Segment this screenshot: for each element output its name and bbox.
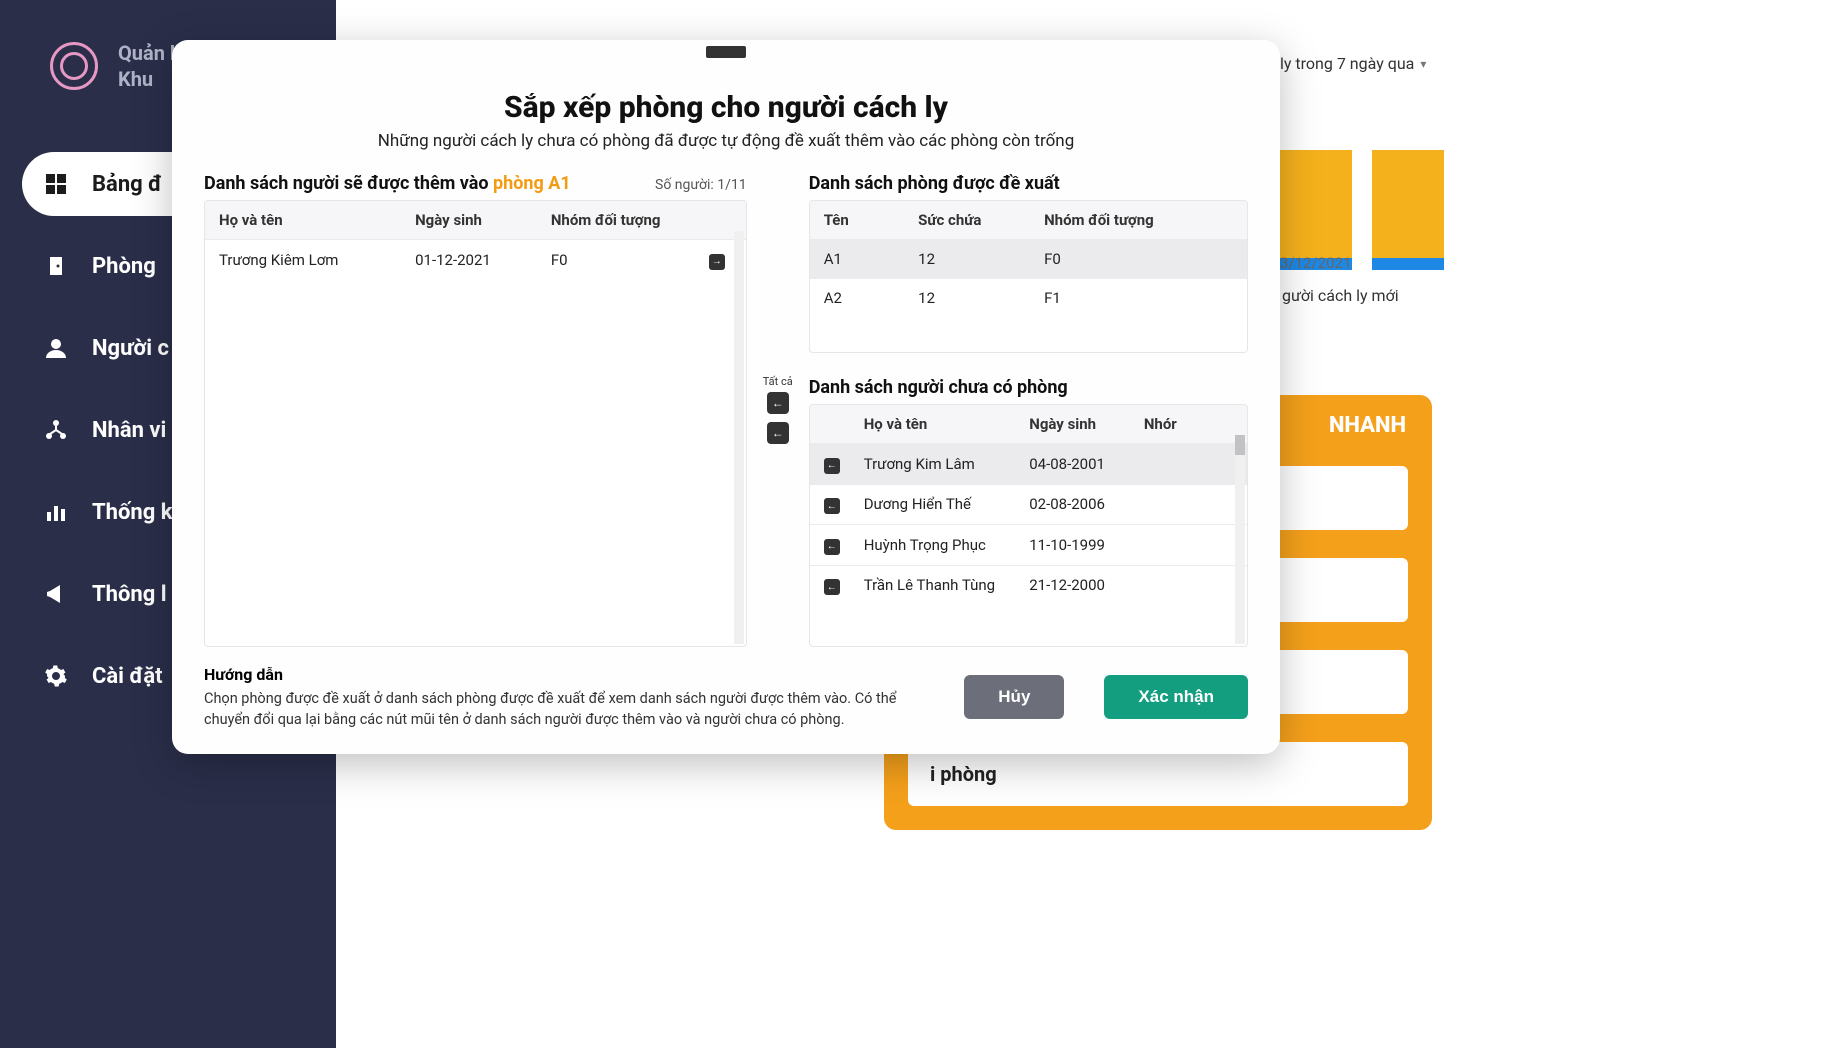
org-icon xyxy=(42,416,70,444)
all-label: Tất cả xyxy=(763,375,793,388)
move-left-button[interactable]: ← xyxy=(767,422,789,444)
cell: 12 xyxy=(918,289,1044,307)
transfer-controls: Tất cả ← ← xyxy=(763,173,793,647)
modal-footer: Hướng dẫn Chọn phòng được đề xuất ở danh… xyxy=(204,665,1248,730)
cell: Trương Kim Lâm xyxy=(864,455,1030,473)
nav-label: Người c xyxy=(92,336,169,361)
nav-label: Cài đặt xyxy=(92,664,163,689)
rooms-title: Danh sách phòng được đề xuất xyxy=(809,173,1248,194)
cell: Huỳnh Trọng Phục xyxy=(864,536,1030,554)
cell-dob: 01-12-2021 xyxy=(415,251,551,269)
move-left-icon[interactable]: ← xyxy=(824,498,840,514)
cell: A2 xyxy=(824,289,918,307)
bg-legend-label: gười cách ly mới xyxy=(1282,286,1399,305)
unassigned-title: Danh sách người chưa có phòng xyxy=(809,377,1248,398)
rooms-panel: Danh sách phòng được đề xuất Tên Sức chứ… xyxy=(809,173,1248,353)
unassigned-row[interactable]: ← Trương Kim Lâm 04-08-2001 xyxy=(810,443,1247,484)
col-dob: Ngày sinh xyxy=(415,211,551,229)
time-filter-label: ly trong 7 ngày qua xyxy=(1280,54,1414,73)
cancel-button[interactable]: Hủy xyxy=(964,675,1064,719)
move-left-icon[interactable]: ← xyxy=(824,458,840,474)
door-icon xyxy=(42,252,70,280)
assigned-title-prefix: Danh sách người sẽ được thêm vào xyxy=(204,173,493,194)
col-capacity: Sức chứa xyxy=(918,211,1044,229)
guide-title: Hướng dẫn xyxy=(204,665,924,684)
col-name: Họ và tên xyxy=(219,211,415,229)
unassigned-row[interactable]: ← Dương Hiển Thế 02-08-2006 xyxy=(810,484,1247,525)
guide: Hướng dẫn Chọn phòng được đề xuất ở danh… xyxy=(204,665,924,730)
col-group: Nhóm đối tượng xyxy=(551,211,702,229)
col-room-name: Tên xyxy=(824,211,918,229)
confirm-button[interactable]: Xác nhận xyxy=(1104,675,1248,719)
unassigned-row[interactable]: ← Trần Lê Thanh Tùng 21-12-2000 xyxy=(810,565,1247,606)
chart-icon xyxy=(42,498,70,526)
scrollbar-track[interactable] xyxy=(1235,435,1245,644)
unassigned-table: Họ và tên Ngày sinh Nhór ← Trương Kim Lâ… xyxy=(809,404,1248,647)
move-left-icon[interactable]: ← xyxy=(824,579,840,595)
col-name: Họ và tên xyxy=(864,415,1030,433)
move-left-icon[interactable]: ← xyxy=(824,539,840,555)
assigned-panel: Danh sách người sẽ được thêm vào phòng A… xyxy=(204,173,747,647)
assigned-room-name: phòng A1 xyxy=(493,173,571,194)
assigned-title: Danh sách người sẽ được thêm vào phòng A… xyxy=(204,173,571,194)
bg-date-label: 3/12/2021 xyxy=(1280,254,1351,272)
unassigned-panel: Danh sách người chưa có phòng Họ và tên … xyxy=(809,377,1248,647)
bg-bar-chart xyxy=(1280,150,1444,260)
megaphone-icon xyxy=(42,580,70,608)
cell: Dương Hiển Thế xyxy=(864,495,1030,513)
assign-room-modal: Sắp xếp phòng cho người cách ly Những ng… xyxy=(172,40,1280,754)
col-group: Nhór xyxy=(1144,415,1233,433)
room-row[interactable]: A1 12 F0 xyxy=(810,239,1247,278)
room-row[interactable]: A2 12 F1 xyxy=(810,278,1247,317)
right-panels: Danh sách phòng được đề xuất Tên Sức chứ… xyxy=(809,173,1248,647)
move-right-icon[interactable]: → xyxy=(709,254,725,270)
cell: A1 xyxy=(824,250,918,268)
bar xyxy=(1280,150,1352,260)
cell: 04-08-2001 xyxy=(1029,455,1144,473)
modal-drag-handle[interactable] xyxy=(706,46,746,58)
unassigned-row[interactable]: ← Huỳnh Trọng Phục 11-10-1999 xyxy=(810,524,1247,565)
modal-subtitle: Những người cách ly chưa có phòng đã đượ… xyxy=(204,131,1248,151)
scrollbar-track[interactable] xyxy=(734,231,744,644)
nav-label: Thông l xyxy=(92,582,167,607)
nav-label: Phòng xyxy=(92,254,156,279)
cell: 02-08-2006 xyxy=(1029,495,1144,513)
guide-text: Chọn phòng được đề xuất ở danh sách phòn… xyxy=(204,688,904,730)
virus-icon xyxy=(50,42,98,90)
assigned-row[interactable]: Trương Kiêm Lơm 01-12-2021 F0 → xyxy=(205,239,746,280)
cell-group: F0 xyxy=(551,251,702,269)
grid-icon xyxy=(42,170,70,198)
assigned-table: Họ và tên Ngày sinh Nhóm đối tượng Trươn… xyxy=(204,200,747,647)
bar xyxy=(1372,150,1444,260)
cell: F1 xyxy=(1044,289,1233,307)
assigned-count: Số người: 1/11 xyxy=(655,177,747,193)
cell: 11-10-1999 xyxy=(1029,536,1144,554)
modal-title: Sắp xếp phòng cho người cách ly xyxy=(204,90,1248,125)
cell: Trần Lê Thanh Tùng xyxy=(864,576,1030,594)
col-group: Nhóm đối tượng xyxy=(1044,211,1233,229)
move-all-left-button[interactable]: ← xyxy=(767,392,789,414)
cell: 12 xyxy=(918,250,1044,268)
person-icon xyxy=(42,334,70,362)
assigned-header: Danh sách người sẽ được thêm vào phòng A… xyxy=(204,173,747,194)
gear-icon xyxy=(42,662,70,690)
rooms-table: Tên Sức chứa Nhóm đối tượng A1 12 F0 A2 … xyxy=(809,200,1248,353)
modal-body: Danh sách người sẽ được thêm vào phòng A… xyxy=(204,173,1248,647)
nav-label: Nhân vi xyxy=(92,418,166,443)
cell: 21-12-2000 xyxy=(1029,576,1144,594)
cell: F0 xyxy=(1044,250,1233,268)
assigned-thead: Họ và tên Ngày sinh Nhóm đối tượng xyxy=(205,201,746,239)
nav-label: Thống k xyxy=(92,500,173,525)
cell-name: Trương Kiêm Lơm xyxy=(219,251,415,269)
rooms-thead: Tên Sức chứa Nhóm đối tượng xyxy=(810,201,1247,239)
nav-label: Bảng đ xyxy=(92,172,162,197)
unassigned-thead: Họ và tên Ngày sinh Nhór xyxy=(810,405,1247,443)
time-filter-dropdown[interactable]: ly trong 7 ngày qua xyxy=(1280,54,1426,73)
scrollbar-thumb[interactable] xyxy=(1235,435,1245,455)
col-dob: Ngày sinh xyxy=(1029,415,1144,433)
